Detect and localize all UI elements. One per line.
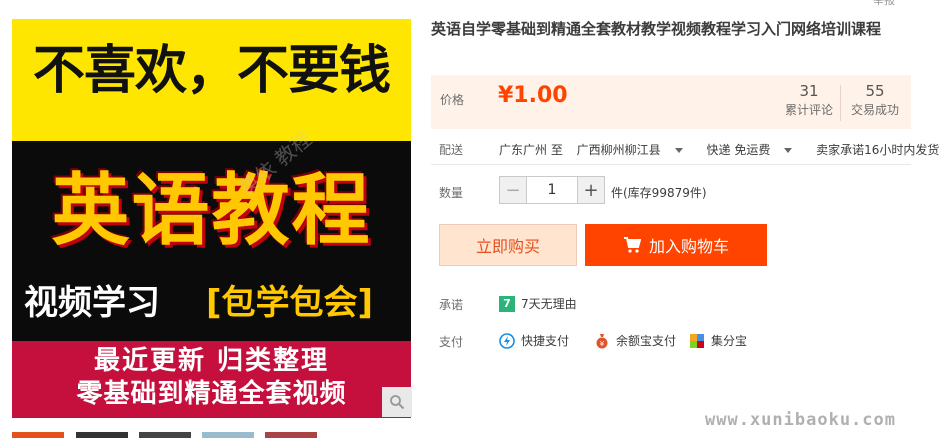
- add-to-cart-button[interactable]: 加入购物车: [585, 224, 767, 266]
- payment-method-label: 集分宝: [711, 334, 748, 348]
- divider: [431, 164, 911, 165]
- reviews-count: 31: [799, 82, 819, 100]
- payment-method-quick[interactable]: 快捷支付: [499, 332, 569, 349]
- shipping-promise: 卖家承诺16小时内发货: [816, 143, 940, 157]
- shipping-destination: 广西柳州柳江县: [576, 143, 661, 157]
- payment-label: 支付: [439, 335, 464, 349]
- shipping-label: 配送: [439, 143, 464, 157]
- shipping-method-select[interactable]: 快递 免运费: [707, 143, 803, 157]
- product-main-image[interactable]: 不喜欢，不要钱 英语教程 视频学习 [包学包会] 最近更新 归类整理 零基础到精…: [12, 19, 411, 418]
- price-label: 价格: [440, 93, 465, 107]
- sales-count: 55: [865, 82, 885, 100]
- svg-text:¥: ¥: [600, 340, 605, 348]
- promise-text: 7天无理由: [521, 297, 577, 311]
- chevron-down-icon: [784, 148, 793, 153]
- site-watermark: www.xunibaoku.com: [705, 410, 896, 430]
- buy-now-button[interactable]: 立即购买: [439, 224, 577, 266]
- seven-day-return-icon: 7: [499, 295, 515, 312]
- thumbnail[interactable]: [139, 432, 191, 438]
- money-bag-icon: ¥: [596, 333, 608, 348]
- image-subtitle-right: [包学包会]: [206, 283, 374, 323]
- shipping-info: 广东广州 至 广西柳州柳江县 快递 免运费 卖家承诺16小时内发货: [499, 141, 940, 158]
- quantity-label: 数量: [439, 186, 464, 200]
- quantity-input[interactable]: 1: [527, 176, 577, 204]
- product-title: 英语自学零基础到精通全套教材教学视频教程学习入门网络培训课程: [431, 20, 882, 38]
- price-value: ¥1.00: [498, 83, 568, 108]
- thumbnail[interactable]: [76, 432, 128, 438]
- cart-icon: [623, 237, 641, 253]
- shipping-from: 广东广州 至: [499, 143, 563, 157]
- payment-method-jifenbao[interactable]: 集分宝: [689, 332, 747, 349]
- promise-item[interactable]: 7 7天无理由: [499, 295, 577, 312]
- quantity-increase-button[interactable]: +: [577, 176, 605, 204]
- jifenbao-icon: [690, 333, 704, 348]
- sales-label: 交易成功: [850, 103, 899, 117]
- image-footer-line1: 最近更新 归类整理: [93, 346, 330, 376]
- promise-label: 承诺: [439, 298, 464, 312]
- quantity-decrease-button[interactable]: −: [499, 176, 527, 204]
- payment-method-yuebao[interactable]: ¥ 余额宝支付: [594, 332, 676, 349]
- zoom-button[interactable]: [382, 387, 412, 417]
- stat-divider: [840, 85, 841, 121]
- reviews-label: 累计评论: [784, 103, 833, 117]
- report-link[interactable]: 举报: [873, 0, 895, 8]
- payment-method-label: 余额宝支付: [616, 334, 677, 348]
- price-panel: 价格 ¥1.00 31 累计评论 55 交易成功: [431, 75, 911, 129]
- quantity-stepper: − 1 +: [499, 176, 605, 204]
- reviews-stat[interactable]: 31 累计评论: [779, 81, 839, 119]
- image-subtitle-left: 视频学习: [24, 283, 160, 323]
- payment-method-label: 快捷支付: [521, 334, 570, 348]
- add-to-cart-label: 加入购物车: [648, 237, 729, 256]
- chevron-down-icon: [674, 148, 683, 153]
- shipping-destination-select[interactable]: 广西柳州柳江县: [577, 143, 693, 157]
- thumbnail[interactable]: [265, 432, 317, 438]
- shipping-method: 快递 免运费: [706, 143, 771, 157]
- sales-stat: 55 交易成功: [845, 81, 905, 119]
- image-headline: 不喜欢，不要钱: [32, 41, 391, 101]
- quick-pay-icon: [499, 332, 515, 349]
- image-footer-line2: 零基础到精通全套视频: [76, 379, 347, 409]
- thumbnail[interactable]: [202, 432, 254, 438]
- image-main-title: 英语教程: [51, 166, 372, 256]
- thumbnail[interactable]: [12, 432, 64, 438]
- magnifier-icon: [390, 395, 405, 410]
- stock-info: 件(库存99879件): [611, 186, 707, 200]
